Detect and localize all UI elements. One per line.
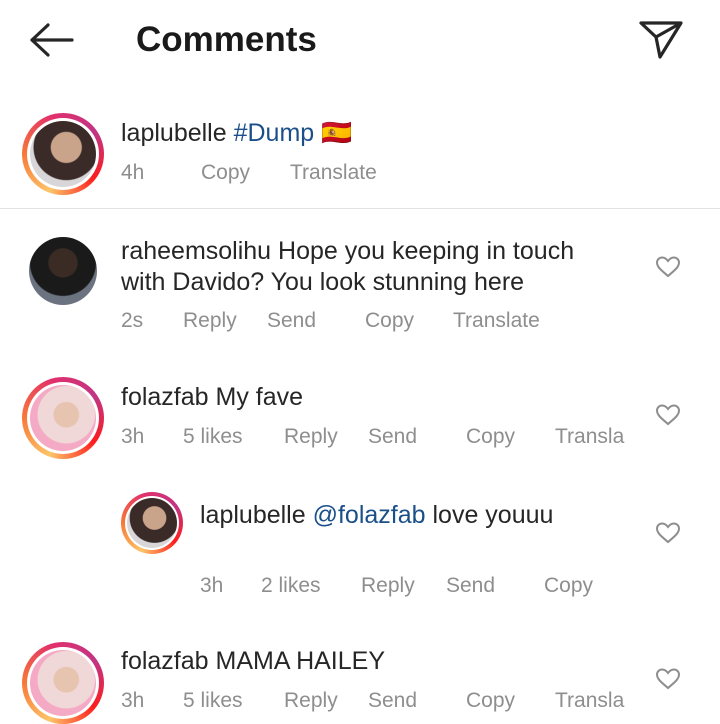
flag-emoji: 🇪🇸 [321, 119, 353, 147]
comment-meta: 2s Reply Send Copy Translate [121, 309, 621, 335]
caption-username[interactable]: laplubelle [121, 119, 227, 147]
likes-count[interactable]: 2 likes [261, 574, 321, 598]
comment-username[interactable]: raheemsolihu [121, 237, 271, 265]
copy-button[interactable]: Copy [544, 574, 593, 598]
comment-meta: 3h 5 likes Reply Send Copy Transla [121, 689, 641, 715]
comment-username[interactable]: laplubelle [200, 501, 306, 529]
translate-button[interactable]: Translate [453, 309, 540, 333]
avatar[interactable] [22, 377, 104, 459]
reply-button[interactable]: Reply [361, 574, 415, 598]
comment-meta: 3h 5 likes Reply Send Copy Transla [121, 425, 641, 451]
comment-time: 2s [121, 309, 144, 332]
comment-body: love youuu [432, 501, 554, 529]
copy-button[interactable]: Copy [201, 161, 250, 185]
reply-button[interactable]: Reply [284, 689, 338, 713]
comment-body: with Davido? You look stunning here [121, 268, 525, 296]
send-button[interactable]: Send [368, 425, 417, 449]
heart-icon[interactable] [655, 403, 681, 427]
translate-button[interactable]: Translate [290, 161, 377, 185]
caption-text: laplubelle #Dump 🇪🇸 [121, 118, 352, 149]
comment-text: folazfab MAMA HAILEY [121, 646, 385, 677]
reply-button[interactable]: Reply [284, 425, 338, 449]
likes-count[interactable]: 5 likes [183, 425, 243, 449]
comment-meta: 3h 2 likes Reply Send Copy [200, 574, 640, 600]
heart-icon[interactable] [655, 667, 681, 691]
comment-body: Hope you keeping in touch [278, 237, 575, 265]
likes-count[interactable]: 5 likes [183, 689, 243, 713]
comment-time: 3h [121, 425, 145, 448]
send-button[interactable]: Send [446, 574, 495, 598]
comment-text: raheemsolihu Hope you keeping in touch w… [121, 236, 621, 298]
page-title: Comments [136, 20, 317, 59]
avatar[interactable] [22, 113, 104, 195]
caption-time: 4h [121, 161, 145, 184]
comment-body: MAMA HAILEY [215, 647, 386, 675]
translate-button[interactable]: Transla [555, 689, 624, 713]
divider [0, 208, 720, 209]
send-button[interactable]: Send [368, 689, 417, 713]
avatar[interactable] [121, 492, 183, 554]
back-arrow-icon[interactable] [28, 20, 78, 60]
avatar[interactable] [29, 237, 97, 305]
direct-send-icon[interactable] [636, 16, 686, 62]
comment-body: My fave [215, 383, 304, 411]
heart-icon[interactable] [655, 521, 681, 545]
copy-button[interactable]: Copy [466, 689, 515, 713]
hashtag-link[interactable]: #Dump [234, 119, 315, 147]
comment-username[interactable]: folazfab [121, 647, 209, 675]
copy-button[interactable]: Copy [365, 309, 414, 333]
translate-button[interactable]: Transla [555, 425, 624, 449]
comment-text: folazfab My fave [121, 382, 303, 413]
heart-icon[interactable] [655, 255, 681, 279]
reply-text: laplubelle @folazfab love youuu [200, 500, 553, 531]
avatar[interactable] [22, 642, 104, 724]
caption-meta: 4h Copy Translate [121, 161, 521, 187]
comment-username[interactable]: folazfab [121, 383, 209, 411]
reply-button[interactable]: Reply [183, 309, 237, 333]
mention-link[interactable]: @folazfab [313, 501, 426, 529]
header-bar: Comments [0, 0, 720, 80]
comment-time: 3h [200, 574, 224, 597]
copy-button[interactable]: Copy [466, 425, 515, 449]
send-button[interactable]: Send [267, 309, 316, 333]
comment-time: 3h [121, 689, 145, 712]
